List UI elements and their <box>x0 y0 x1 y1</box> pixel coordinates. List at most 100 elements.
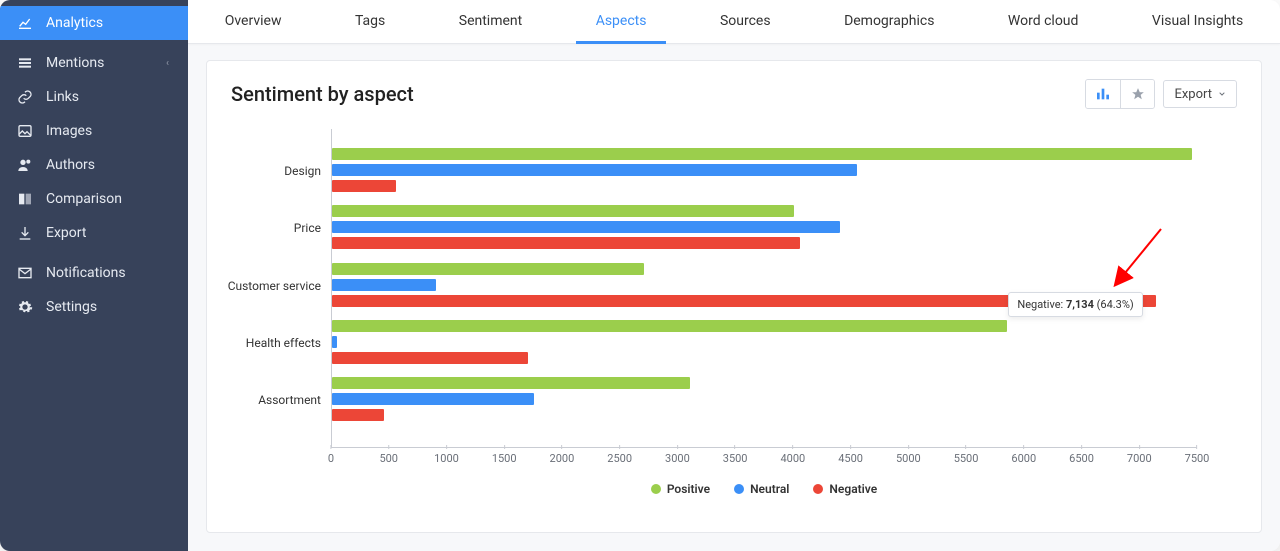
x-tick: 2500 <box>607 452 632 465</box>
sidebar-item-links[interactable]: Links <box>0 80 188 114</box>
bar-negative[interactable] <box>332 409 384 421</box>
sidebar-item-analytics[interactable]: Analytics <box>0 6 188 40</box>
x-tick: 0 <box>328 452 334 465</box>
x-tick: 4500 <box>838 452 863 465</box>
x-tick: 500 <box>379 452 398 465</box>
list-icon <box>16 54 34 72</box>
sidebar-item-label: Mentions <box>46 55 104 71</box>
x-tick: 1500 <box>492 452 517 465</box>
x-tick: 2000 <box>550 452 575 465</box>
star-view-button[interactable] <box>1120 80 1154 108</box>
chevron-left-icon: ‹ <box>166 58 172 69</box>
legend-neutral: Neutral <box>750 482 789 496</box>
legend-dot-negative <box>813 484 823 494</box>
bar-negative[interactable] <box>332 352 528 364</box>
legend-dot-positive <box>651 484 661 494</box>
people-icon <box>16 156 34 174</box>
tab-overview[interactable]: Overview <box>205 0 302 44</box>
sidebar: Analytics Mentions ‹ Links Images Authors Comp… <box>0 0 188 551</box>
tooltip-pct: (64.3%) <box>1094 298 1134 311</box>
panel-toolbar: Export <box>1085 79 1237 109</box>
aspect-label: Health effects <box>221 336 321 350</box>
download-icon <box>16 224 34 242</box>
plot-area: 0500100015002000250030003500400045005000… <box>331 129 1197 448</box>
x-tick: 4000 <box>780 452 805 465</box>
gear-icon <box>16 298 34 316</box>
tab-aspects[interactable]: Aspects <box>576 0 667 44</box>
tooltip-value: 7,134 <box>1066 298 1094 311</box>
bar-neutral[interactable] <box>332 221 840 233</box>
aspect-label: Price <box>221 221 321 235</box>
tab-bar: Overview Tags Sentiment Aspects Sources Demog… <box>188 0 1280 44</box>
x-tick: 7000 <box>1127 452 1152 465</box>
chart-line-icon <box>16 14 34 32</box>
compare-icon <box>16 190 34 208</box>
bar-positive[interactable] <box>332 263 644 275</box>
aspect-group: Assortment <box>331 377 1197 421</box>
x-axis <box>331 447 1197 448</box>
sidebar-item-label: Authors <box>46 157 95 173</box>
export-button[interactable]: Export <box>1163 80 1237 108</box>
tooltip: Negative: 7,134 (64.3%) <box>1008 292 1142 317</box>
tooltip-label: Negative: <box>1017 298 1066 311</box>
x-tick: 6000 <box>1011 452 1036 465</box>
tab-sources[interactable]: Sources <box>700 0 791 44</box>
sidebar-item-label: Analytics <box>46 15 103 31</box>
x-tick: 1000 <box>434 452 459 465</box>
bar-positive[interactable] <box>332 320 1007 332</box>
x-tick: 7500 <box>1185 452 1210 465</box>
bar-negative[interactable] <box>332 180 396 192</box>
bar-neutral[interactable] <box>332 393 534 405</box>
tab-tags[interactable]: Tags <box>335 0 405 44</box>
x-tick: 5000 <box>896 452 921 465</box>
sidebar-item-mentions[interactable]: Mentions ‹ <box>0 46 188 80</box>
legend-positive: Positive <box>667 482 710 496</box>
x-ticks: 0 500 1000 1500 2000 2500 3000 3500 4000 4500 5000… <box>331 452 1197 472</box>
aspect-group: Health effects <box>331 320 1197 364</box>
tab-visual-insights[interactable]: Visual Insights <box>1132 0 1263 44</box>
tab-demographics[interactable]: Demographics <box>824 0 954 44</box>
view-mode-segment <box>1085 79 1155 109</box>
image-icon <box>16 122 34 140</box>
page-title: Sentiment by aspect <box>231 82 414 106</box>
chart-panel: Sentiment by aspect Export <box>206 60 1262 533</box>
bar-positive[interactable] <box>332 205 794 217</box>
legend-dot-neutral <box>734 484 744 494</box>
tab-sentiment[interactable]: Sentiment <box>439 0 542 44</box>
sidebar-item-label: Export <box>46 225 86 241</box>
bar-neutral[interactable] <box>332 279 436 291</box>
bar-positive[interactable] <box>332 148 1192 160</box>
legend-negative: Negative <box>829 482 877 496</box>
sidebar-item-comparison[interactable]: Comparison <box>0 182 188 216</box>
bar-positive[interactable] <box>332 377 690 389</box>
export-button-label: Export <box>1174 87 1212 102</box>
chevron-down-icon <box>1218 90 1226 98</box>
sidebar-item-images[interactable]: Images <box>0 114 188 148</box>
x-tick: 3000 <box>665 452 690 465</box>
x-tick: 5500 <box>954 452 979 465</box>
bar-neutral[interactable] <box>332 336 337 348</box>
sidebar-item-settings[interactable]: Settings <box>0 290 188 324</box>
x-tick: 6500 <box>1069 452 1094 465</box>
aspect-label: Design <box>221 164 321 178</box>
sidebar-item-notifications[interactable]: Notifications <box>0 256 188 290</box>
bar-view-button[interactable] <box>1086 80 1120 108</box>
bar-neutral[interactable] <box>332 164 857 176</box>
legend: Positive Neutral Negative <box>331 482 1197 496</box>
aspect-label: Customer service <box>221 279 321 293</box>
aspect-group: Price <box>331 205 1197 249</box>
mail-icon <box>16 264 34 282</box>
sidebar-item-export[interactable]: Export <box>0 216 188 250</box>
sidebar-item-label: Images <box>46 123 92 139</box>
aspect-label: Assortment <box>221 393 321 407</box>
aspect-group: Design <box>331 148 1197 192</box>
sidebar-item-authors[interactable]: Authors <box>0 148 188 182</box>
link-icon <box>16 88 34 106</box>
sidebar-item-label: Notifications <box>46 265 126 281</box>
x-tick: 3500 <box>723 452 748 465</box>
sidebar-item-label: Links <box>46 89 79 105</box>
bar-negative[interactable] <box>332 237 800 249</box>
sidebar-item-label: Comparison <box>46 191 122 207</box>
chart: 0 500 1000 1500 2000 2500 3000 3500 4000 4500 5000… <box>231 129 1237 508</box>
tab-word-cloud[interactable]: Word cloud <box>988 0 1099 44</box>
